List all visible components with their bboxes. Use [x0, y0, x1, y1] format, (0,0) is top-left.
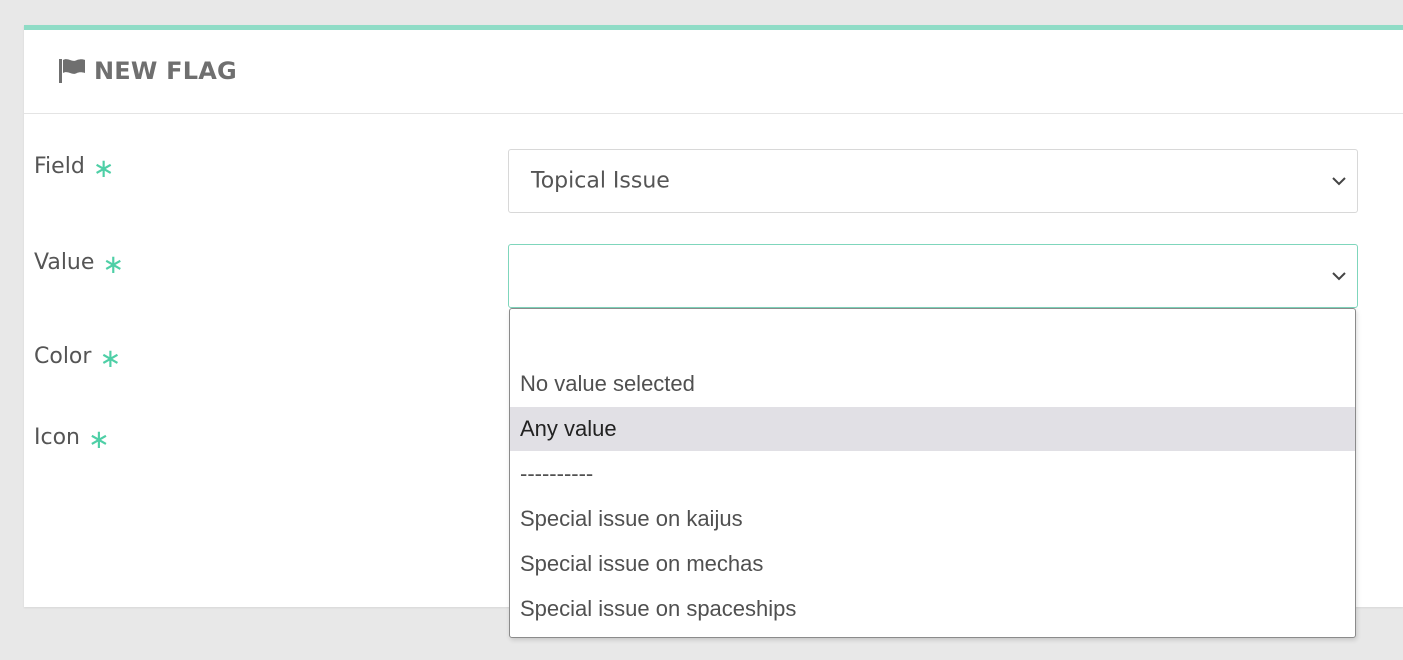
value-label-text: Value — [34, 249, 95, 275]
dropdown-option-any-value[interactable]: Any value — [510, 407, 1355, 451]
required-asterisk-icon: ∗ — [88, 425, 110, 455]
dropdown-option-no-value-selected[interactable]: No value selected — [510, 362, 1355, 406]
required-asterisk-icon: ∗ — [92, 154, 115, 184]
field-select[interactable]: Topical Issue — [508, 149, 1358, 213]
color-label: Color ∗ — [34, 343, 122, 374]
field-select-value: Topical Issue — [531, 168, 670, 194]
value-label: Value ∗ — [34, 249, 125, 280]
value-dropdown-list: No value selected Any value ---------- S… — [509, 308, 1356, 638]
flag-icon — [59, 59, 85, 83]
dropdown-option-spaceships[interactable]: Special issue on spaceships — [510, 587, 1355, 631]
panel-title-text: NEW FLAG — [94, 57, 237, 85]
dropdown-option-separator[interactable]: ---------- — [510, 452, 1355, 496]
icon-label: Icon ∗ — [34, 424, 110, 455]
value-select[interactable] — [508, 244, 1358, 308]
panel-title: NEW FLAG — [58, 57, 237, 85]
chevron-down-icon — [1332, 272, 1346, 281]
dropdown-option-kaijus[interactable]: Special issue on kaijus — [510, 497, 1355, 541]
required-asterisk-icon: ∗ — [99, 344, 122, 374]
dropdown-option-mechas[interactable]: Special issue on mechas — [510, 542, 1355, 586]
field-label-text: Field — [34, 153, 85, 179]
panel-header: NEW FLAG — [24, 30, 1403, 114]
color-label-text: Color — [34, 343, 92, 369]
field-label: Field ∗ — [34, 153, 115, 184]
icon-label-text: Icon — [34, 424, 80, 450]
dropdown-option-empty[interactable] — [510, 317, 1355, 361]
required-asterisk-icon: ∗ — [102, 250, 125, 280]
chevron-down-icon — [1332, 177, 1346, 186]
